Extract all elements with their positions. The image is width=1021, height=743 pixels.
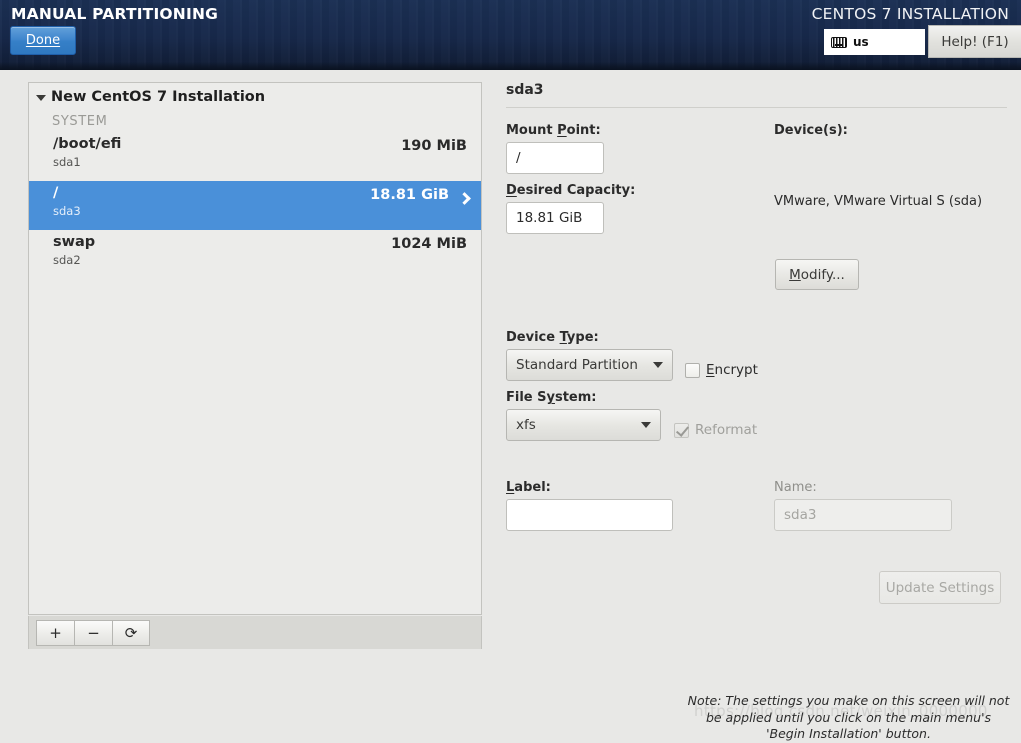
add-partition-button[interactable]: + (36, 620, 74, 646)
partition-row-sda3[interactable]: / sda3 18.81 GiB (29, 181, 481, 230)
partition-device-name: sda2 (53, 253, 81, 267)
installation-tree-root[interactable]: New CentOS 7 Installation (29, 83, 481, 110)
encrypt-checkbox[interactable]: Encrypt (685, 362, 758, 378)
details-divider (506, 107, 1007, 108)
page-title: MANUAL PARTITIONING (11, 5, 219, 23)
partition-device-name: sda3 (53, 204, 81, 218)
partition-toolbar-buttons: + − ⟳ (36, 620, 150, 646)
file-system-value: xfs (516, 417, 536, 433)
desired-capacity-input[interactable] (506, 202, 604, 234)
partition-row-sda2[interactable]: swap sda2 1024 MiB (29, 230, 481, 279)
done-button-label: Done (25, 33, 61, 48)
modify-button[interactable]: Modify... (775, 259, 859, 290)
partition-size: 18.81 GiB (370, 187, 449, 203)
keyboard-icon (831, 36, 847, 48)
refresh-partitions-button[interactable]: ⟳ (112, 620, 150, 646)
reformat-checkbox: Reformat (674, 422, 757, 438)
installation-tree-root-label: New CentOS 7 Installation (51, 89, 266, 105)
mount-point-label: Mount Point: (506, 123, 601, 138)
partition-device-name: sda1 (53, 155, 81, 169)
mount-point-input[interactable] (506, 142, 604, 174)
done-button[interactable]: Done (10, 26, 76, 55)
chevron-down-icon (641, 422, 651, 428)
checkbox-box-icon (685, 362, 700, 378)
settings-note: Note: The settings you make on this scre… (687, 693, 1010, 741)
details-title: sda3 (506, 82, 544, 98)
desired-capacity-label: Desired Capacity: (506, 183, 636, 198)
file-system-label: File System: (506, 390, 597, 405)
devices-label: Device(s): (774, 123, 848, 138)
device-type-select[interactable]: Standard Partition (506, 349, 673, 381)
label-field-label: Label: (506, 480, 551, 495)
update-settings-button[interactable]: Update Settings (879, 571, 1001, 604)
label-input[interactable] (506, 499, 673, 531)
checkmark-icon (674, 422, 689, 438)
partition-group-label: SYSTEM (52, 114, 108, 129)
name-value: sda3 (774, 499, 952, 531)
product-title: CENTOS 7 INSTALLATION (811, 5, 1009, 23)
name-field-label: Name: (774, 480, 817, 495)
partition-row-sda1[interactable]: /boot/efi sda1 190 MiB (29, 132, 481, 181)
partition-size: 1024 MiB (391, 236, 467, 252)
partition-details-panel: sda3 Mount Point: Desired Capacity: Devi… (506, 82, 1021, 741)
partition-toolbar: + − ⟳ (28, 616, 482, 649)
device-type-value: Standard Partition (516, 357, 638, 373)
partition-size: 190 MiB (401, 138, 467, 154)
partition-list-panel: New CentOS 7 Installation SYSTEM /boot/e… (28, 82, 482, 615)
chevron-down-icon (653, 362, 663, 368)
help-button[interactable]: Help! (F1) (928, 25, 1021, 58)
reformat-label: Reformat (695, 422, 758, 438)
encrypt-label: Encrypt (706, 362, 758, 378)
title-bar: MANUAL PARTITIONING CENTOS 7 INSTALLATIO… (0, 0, 1021, 70)
keyboard-layout-label: us (853, 35, 869, 49)
device-type-label: Device Type: (506, 330, 599, 345)
triangle-down-icon (36, 95, 46, 101)
devices-value: VMware, VMware Virtual S (sda) (774, 194, 983, 209)
keyboard-layout-indicator[interactable]: us (824, 29, 925, 55)
file-system-select[interactable]: xfs (506, 409, 661, 441)
remove-partition-button[interactable]: − (74, 620, 112, 646)
